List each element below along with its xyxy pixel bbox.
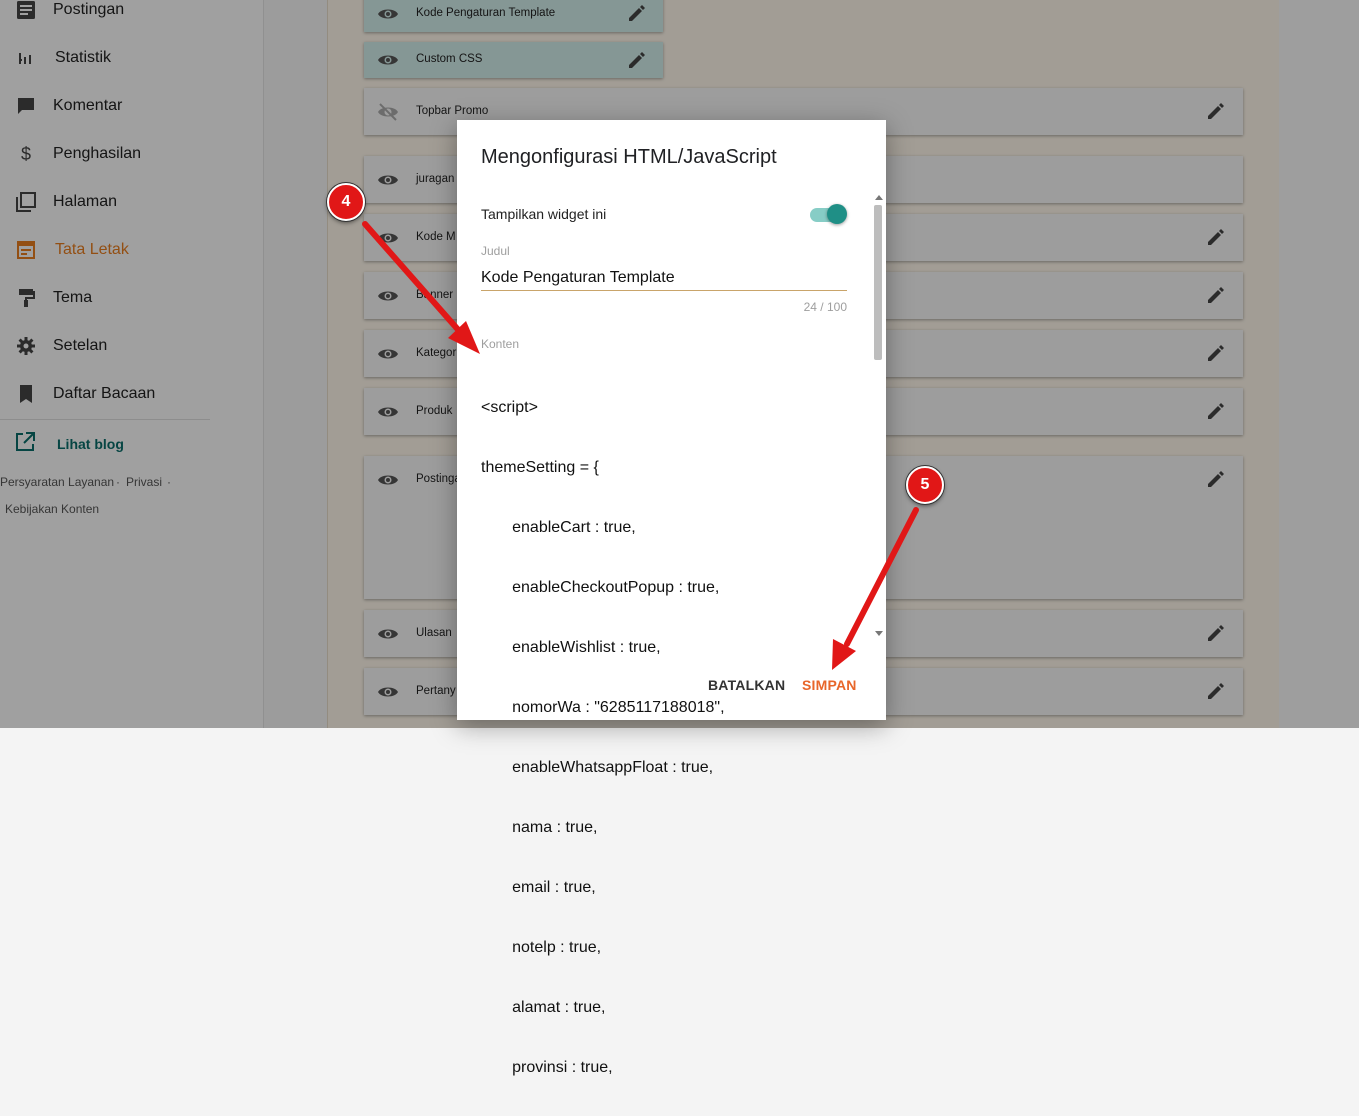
scroll-up-arrow-icon[interactable] <box>875 195 883 200</box>
code-line: <script> <box>481 399 538 416</box>
content-field-label: Konten <box>481 337 520 351</box>
dialog-title: Mengonfigurasi HTML/JavaScript <box>481 146 777 168</box>
code-line: enableCheckoutPopup : true, <box>481 579 720 596</box>
code-line: enableWishlist : true, <box>481 639 661 656</box>
step-5-badge: 5 <box>906 466 944 504</box>
html-javascript-dialog: Mengonfigurasi HTML/JavaScript Tampilkan… <box>457 120 886 1076</box>
save-button[interactable]: SIMPAN <box>802 677 857 693</box>
character-counter: 24 / 100 <box>803 300 847 314</box>
step-4-badge: 4 <box>327 183 365 221</box>
code-line: alamat : true, <box>481 999 606 1016</box>
content-textarea[interactable]: <script> themeSetting = { enableCart : t… <box>481 360 851 1116</box>
title-field-label: Judul <box>481 244 510 258</box>
code-line: notelp : true, <box>481 939 602 956</box>
dialog-scrollbar-thumb[interactable] <box>874 205 882 360</box>
show-widget-label: Tampilkan widget ini <box>481 206 607 222</box>
title-field[interactable] <box>481 266 847 291</box>
code-line: enableWhatsappFloat : true, <box>481 759 714 776</box>
code-line: enableCart : true, <box>481 519 636 536</box>
code-line: nomorWa : "6285117188018", <box>481 699 725 716</box>
code-line: email : true, <box>481 879 596 896</box>
code-line: themeSetting = { <box>481 459 599 476</box>
toggle-knob[interactable] <box>827 204 847 224</box>
cancel-button[interactable]: BATALKAN <box>708 677 785 693</box>
code-line: nama : true, <box>481 819 598 836</box>
code-line: provinsi : true, <box>481 1059 613 1076</box>
scroll-down-arrow-icon[interactable] <box>875 631 883 636</box>
